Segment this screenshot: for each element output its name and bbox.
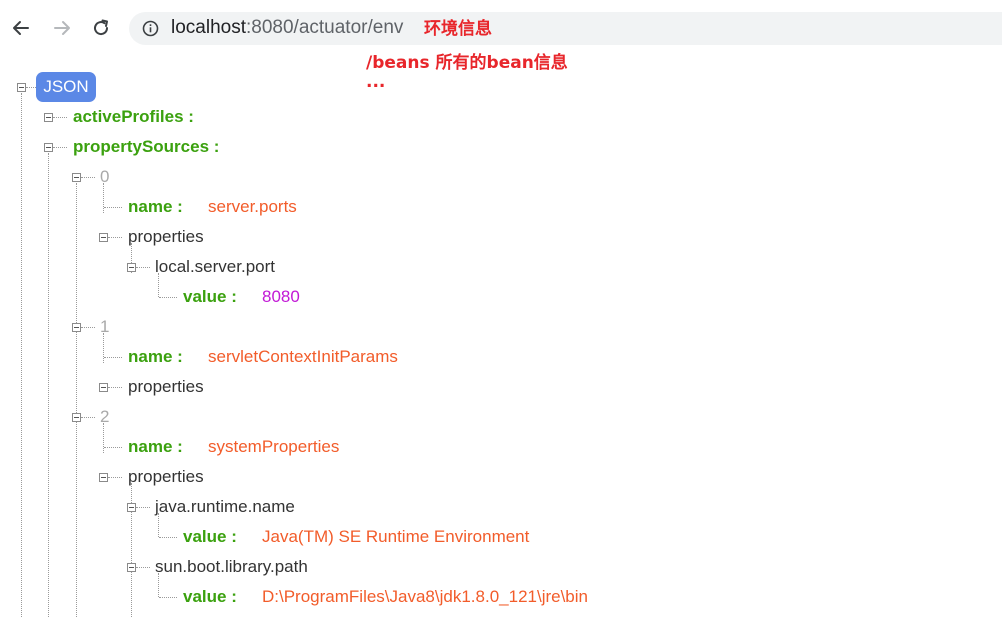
properties-label[interactable]: properties xyxy=(128,467,204,487)
reload-button[interactable] xyxy=(88,15,114,41)
tree-guide-source0 xyxy=(103,183,104,213)
tree-guide-source2 xyxy=(103,423,104,453)
url-host: localhost xyxy=(171,17,246,38)
value-string: Java(TM) SE Runtime Environment xyxy=(262,527,530,546)
key-active-profiles[interactable]: activeProfiles : xyxy=(73,107,194,127)
tree-connector xyxy=(108,477,122,478)
forward-arrow-icon xyxy=(54,21,70,35)
key-name: name : xyxy=(128,197,183,216)
collapse-toggle-source-0[interactable] xyxy=(72,173,81,182)
collapse-toggle-source-2[interactable] xyxy=(72,413,81,422)
key-value: value : xyxy=(183,287,237,306)
source-index-0[interactable]: 0 xyxy=(100,167,109,187)
json-root-badge[interactable]: JSON xyxy=(36,72,96,102)
source-index-2[interactable]: 2 xyxy=(100,407,109,427)
tree-connector xyxy=(81,177,95,178)
back-button[interactable] xyxy=(8,15,34,41)
annotation-ellipsis: ... xyxy=(366,72,386,92)
key-value: value : xyxy=(183,587,237,606)
tree-connector xyxy=(81,327,95,328)
tree-connector xyxy=(159,537,177,538)
collapse-toggle-active-profiles[interactable] xyxy=(44,113,53,122)
collapse-toggle-root[interactable] xyxy=(17,83,26,92)
tree-connector xyxy=(108,387,122,388)
value-name: servletContextInitParams xyxy=(208,347,398,366)
key-value: value : xyxy=(183,527,237,546)
collapse-toggle-local-server-port[interactable] xyxy=(127,263,136,272)
url-path: :8080/actuator/env xyxy=(246,17,404,38)
tree-connector xyxy=(104,447,122,448)
property-key[interactable]: java.runtime.name xyxy=(155,497,295,517)
forward-button[interactable] xyxy=(49,15,75,41)
info-icon[interactable] xyxy=(142,20,159,37)
property-key[interactable]: local.server.port xyxy=(155,257,275,277)
tree-connector xyxy=(136,507,150,508)
collapse-toggle-source-2-properties[interactable] xyxy=(99,473,108,482)
annotation-env: 环境信息 xyxy=(424,19,492,39)
address-bar[interactable]: localhost:8080/actuator/env xyxy=(129,12,1002,45)
source-index-1[interactable]: 1 xyxy=(100,317,109,337)
properties-label[interactable]: properties xyxy=(128,227,204,247)
reload-icon xyxy=(94,19,109,36)
value-name: server.ports xyxy=(208,197,297,216)
tree-guide-sources xyxy=(48,153,49,617)
tree-connector xyxy=(136,267,150,268)
url-text[interactable]: localhost:8080/actuator/env xyxy=(171,17,403,39)
tree-guide-source xyxy=(76,183,77,617)
properties-label[interactable]: properties xyxy=(128,377,204,397)
tree-connector xyxy=(159,297,177,298)
tree-connector xyxy=(81,417,95,418)
tree-connector xyxy=(53,147,67,148)
tree-connector xyxy=(104,207,122,208)
property-key[interactable]: sun.boot.library.path xyxy=(155,557,308,577)
key-name: name : xyxy=(128,437,183,456)
collapse-toggle-source-0-properties[interactable] xyxy=(99,233,108,242)
tree-connector xyxy=(159,597,177,598)
collapse-toggle-source-1-properties[interactable] xyxy=(99,383,108,392)
value-name: systemProperties xyxy=(208,437,340,456)
key-name: name : xyxy=(128,347,183,366)
tree-connector xyxy=(108,237,122,238)
key-property-sources[interactable]: propertySources : xyxy=(73,137,219,157)
tree-connector xyxy=(26,87,36,88)
tree-guide-source1 xyxy=(103,333,104,363)
collapse-toggle-source-1[interactable] xyxy=(72,323,81,332)
collapse-toggle-property-sources[interactable] xyxy=(44,143,53,152)
value-number: 8080 xyxy=(262,287,300,306)
back-arrow-icon xyxy=(13,21,29,35)
annotation-beans: /beans 所有的bean信息 xyxy=(366,53,568,73)
tree-guide-root xyxy=(21,93,22,617)
collapse-toggle-sun-boot-library-path[interactable] xyxy=(127,563,136,572)
tree-connector xyxy=(104,357,122,358)
collapse-toggle-java-runtime-name[interactable] xyxy=(127,503,136,512)
value-string: D:\ProgramFiles\Java8\jdk1.8.0_121\jre\b… xyxy=(262,587,588,606)
tree-connector xyxy=(136,567,150,568)
tree-connector xyxy=(53,117,67,118)
